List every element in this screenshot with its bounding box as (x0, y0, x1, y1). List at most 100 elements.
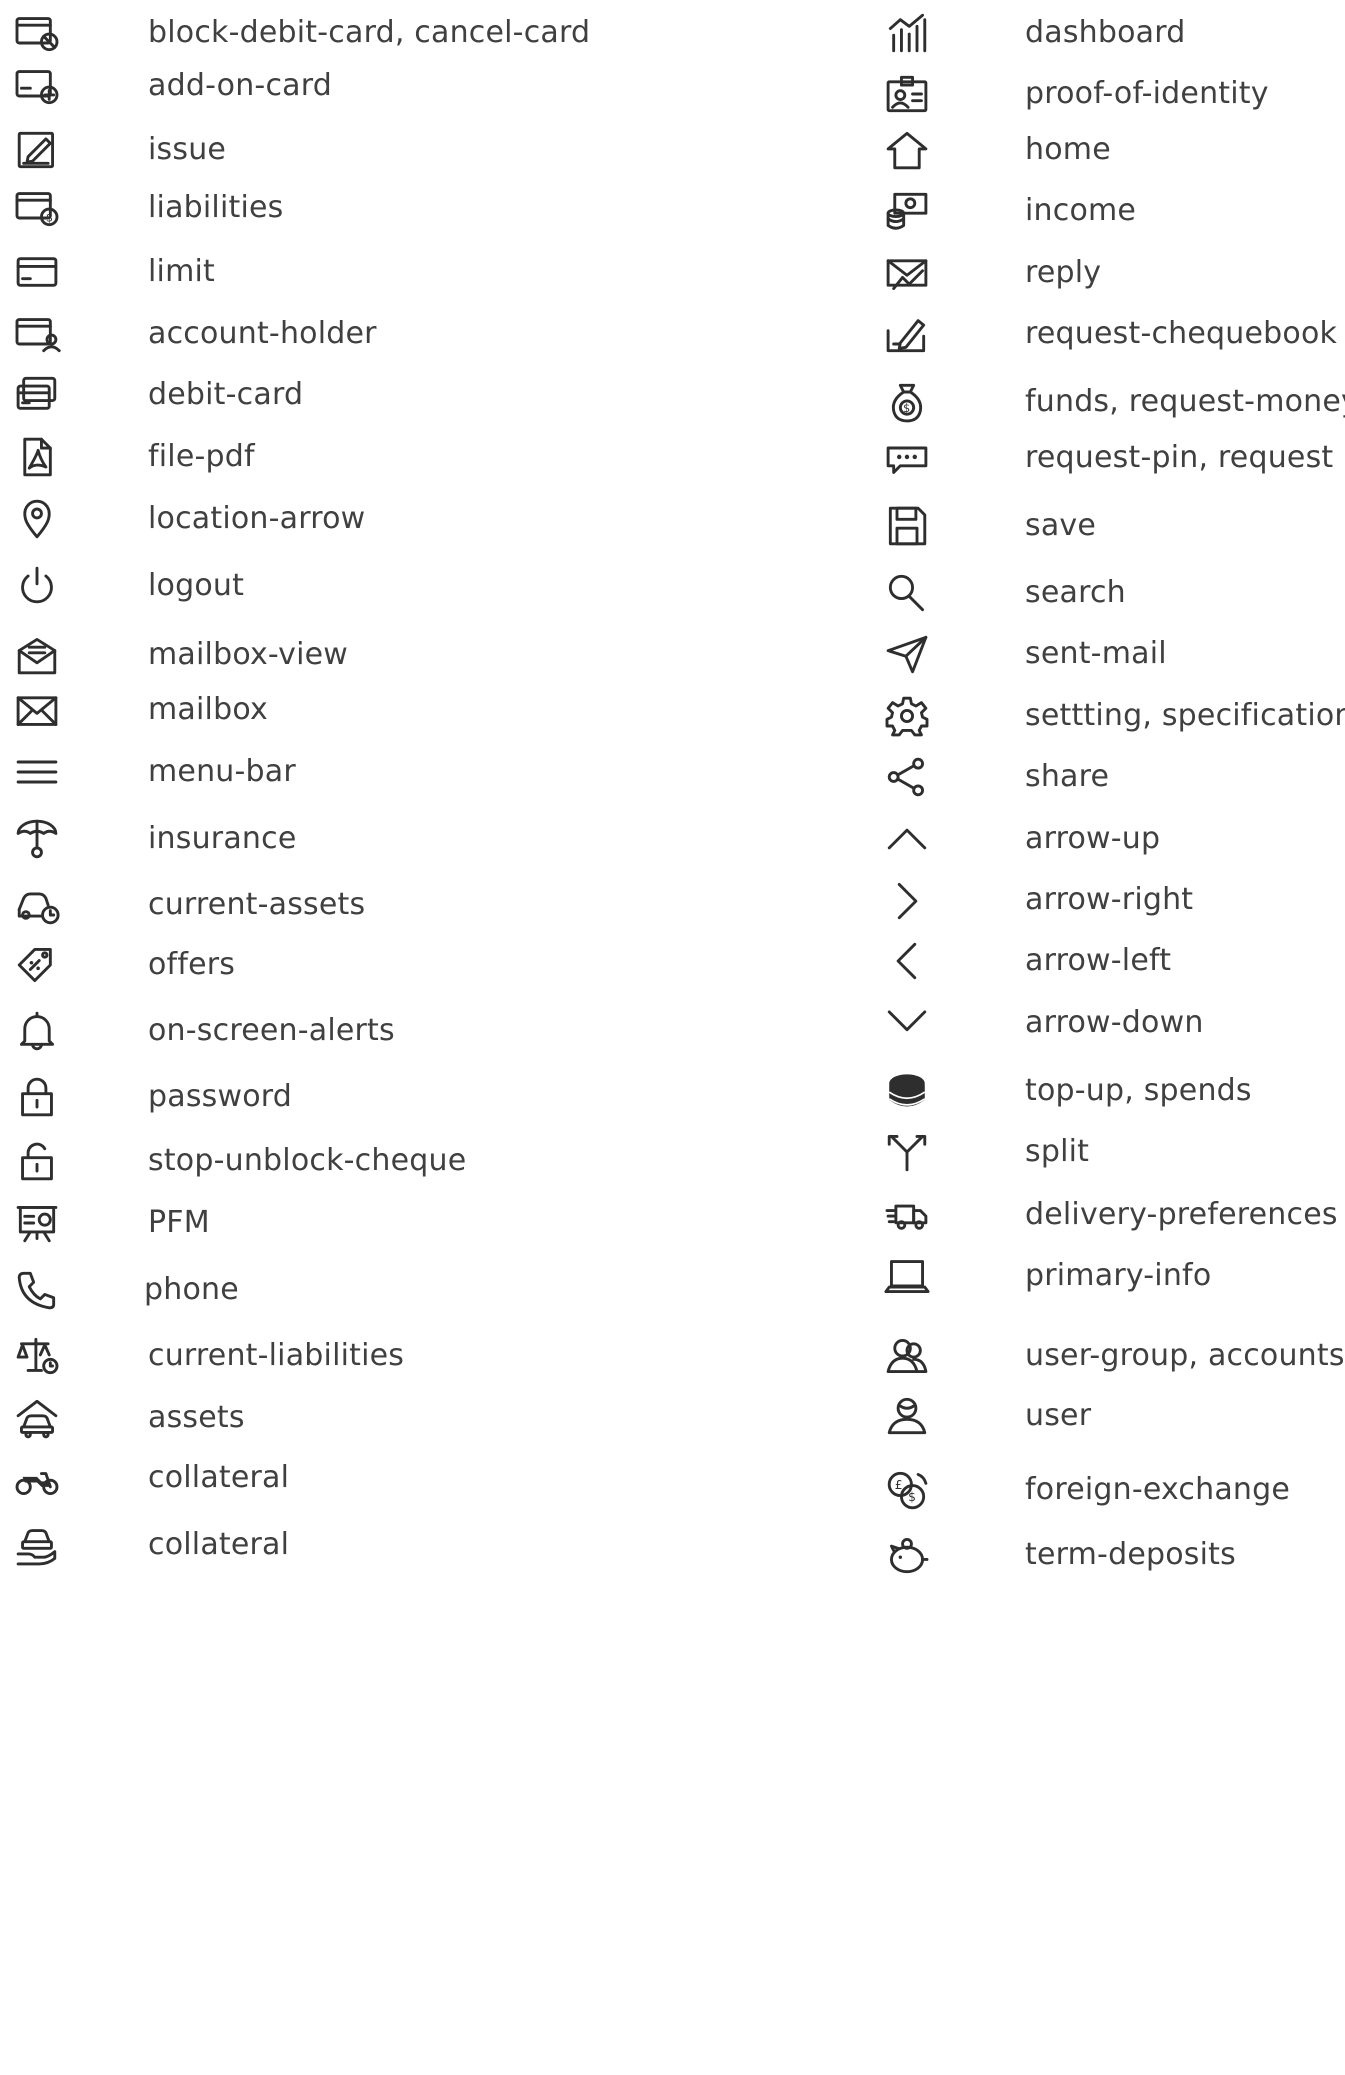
current-assets-icon (10, 883, 64, 927)
term-deposits-icon (880, 1533, 934, 1577)
icon-row-share: share (870, 747, 1345, 807)
icon-label: top-up, spends (1025, 1073, 1252, 1108)
icon-label: sent-mail (1025, 636, 1167, 671)
mailbox-icon (10, 688, 64, 732)
reply-icon (880, 251, 934, 295)
icon-label: request-chequebook (1025, 316, 1338, 351)
on-screen-alerts-icon (10, 1009, 64, 1053)
icon-row-arrow-up: arrow-up (870, 809, 1345, 869)
icon-row-mailbox: mailbox (0, 680, 670, 740)
icon-row-save: save (870, 496, 1345, 556)
request-chequebook-icon (880, 312, 934, 356)
foreign-exchange-icon: £ $ (880, 1468, 934, 1512)
icon-row-term-deposits: term-deposits (870, 1525, 1345, 1585)
limit-icon (10, 250, 64, 294)
block-debit-card-icon (10, 11, 64, 55)
icon-label: arrow-down (1025, 1005, 1204, 1040)
icon-label: dashboard (1025, 15, 1186, 50)
icon-row-account-holder: account-holder (0, 304, 670, 364)
dashboard-icon (880, 11, 934, 55)
request-pin-icon (880, 436, 934, 480)
icon-row-proof-of-identity: proof-of-identity (870, 64, 1345, 124)
password-icon (10, 1075, 64, 1119)
icon-row-split: split (870, 1122, 1345, 1182)
icon-row-mailbox-view: mailbox-view (0, 625, 670, 685)
location-arrow-icon (10, 497, 64, 541)
icon-label: arrow-left (1025, 943, 1172, 978)
icon-label: arrow-up (1025, 821, 1161, 856)
icon-label: insurance (148, 821, 297, 856)
icon-row-collateral-car-hand: collateral (0, 1515, 670, 1575)
icon-row-pfm: PFM (0, 1193, 670, 1253)
collateral-motorbike-icon (10, 1456, 64, 1500)
icon-label: reply (1025, 255, 1102, 290)
icon-row-foreign-exchange: £ $ foreign-exchange (870, 1460, 1345, 1520)
icon-label: phone (144, 1272, 239, 1307)
arrow-right-icon (880, 878, 934, 922)
icon-label: arrow-right (1025, 882, 1194, 917)
icon-row-on-screen-alerts: on-screen-alerts (0, 1001, 670, 1061)
icon-row-insurance: insurance (0, 809, 670, 869)
account-holder-icon (10, 312, 64, 356)
home-icon (880, 128, 934, 172)
icon-row-user-group: user-group, accounts (870, 1326, 1345, 1386)
icon-label: password (148, 1079, 293, 1114)
arrow-down-icon (880, 1001, 934, 1045)
icon-row-primary-info: primary-info (870, 1246, 1345, 1306)
search-icon (880, 571, 934, 615)
icon-row-liabilities: $ liabilities (0, 178, 670, 238)
icon-label: liabilities (148, 190, 284, 225)
icon-row-funds: $ funds, request-money (870, 372, 1345, 432)
icon-label: income (1025, 193, 1137, 228)
icon-label: offers (148, 947, 236, 982)
icon-row-stop-unblock-cheque: stop-unblock-cheque (0, 1131, 670, 1191)
icon-label: stop-unblock-cheque (148, 1143, 467, 1178)
split-icon (880, 1130, 934, 1174)
icon-label: share (1025, 759, 1110, 794)
icon-row-search: search (870, 563, 1345, 623)
mailbox-view-icon (10, 633, 64, 677)
phone-icon (10, 1268, 64, 1312)
debit-card-icon (10, 373, 64, 417)
insurance-icon (10, 817, 64, 861)
svg-text:$: $ (908, 1490, 916, 1504)
icon-label: current-liabilities (148, 1338, 405, 1373)
file-pdf-icon (10, 435, 64, 479)
icon-label: PFM (148, 1205, 210, 1240)
icon-label: split (1025, 1134, 1090, 1169)
icon-row-current-liabilities: current-liabilities (0, 1326, 670, 1386)
icon-label: user-group, accounts (1025, 1338, 1345, 1373)
icon-row-dashboard: dashboard (870, 3, 1345, 63)
icon-row-sent-mail: sent-mail (870, 624, 1345, 684)
menu-bar-icon (10, 750, 64, 794)
icon-label: proof-of-identity (1025, 76, 1269, 111)
icon-row-current-assets: current-assets (0, 875, 670, 935)
icon-label: funds, request-money (1025, 384, 1345, 419)
proof-of-identity-icon (880, 72, 934, 116)
icon-label: block-debit-card, cancel-card (148, 15, 591, 50)
arrow-up-icon (880, 817, 934, 861)
icon-label: menu-bar (148, 754, 296, 789)
icon-label: mailbox-view (148, 637, 349, 672)
assets-icon (10, 1396, 64, 1440)
stop-unblock-cheque-icon (10, 1139, 64, 1183)
icon-row-home: home (870, 120, 1345, 180)
icon-label: account-holder (148, 316, 377, 351)
save-icon (880, 504, 934, 548)
icon-label: mailbox (148, 692, 268, 727)
icon-row-block-debit-card: block-debit-card, cancel-card (0, 3, 670, 63)
icon-label: user (1025, 1398, 1092, 1433)
current-liabilities-icon (10, 1334, 64, 1378)
funds-icon: $ (880, 380, 934, 424)
income-icon (880, 189, 934, 233)
svg-text:$: $ (903, 402, 910, 415)
icon-row-file-pdf: file-pdf (0, 427, 670, 487)
collateral-car-hand-icon (10, 1523, 64, 1567)
delivery-preferences-icon (880, 1193, 934, 1237)
icon-label: search (1025, 575, 1126, 610)
icon-label: collateral (148, 1460, 290, 1495)
icon-label: debit-card (148, 377, 304, 412)
icon-label: logout (148, 568, 245, 603)
icon-row-reply: reply (870, 243, 1345, 303)
logout-icon (10, 564, 64, 608)
